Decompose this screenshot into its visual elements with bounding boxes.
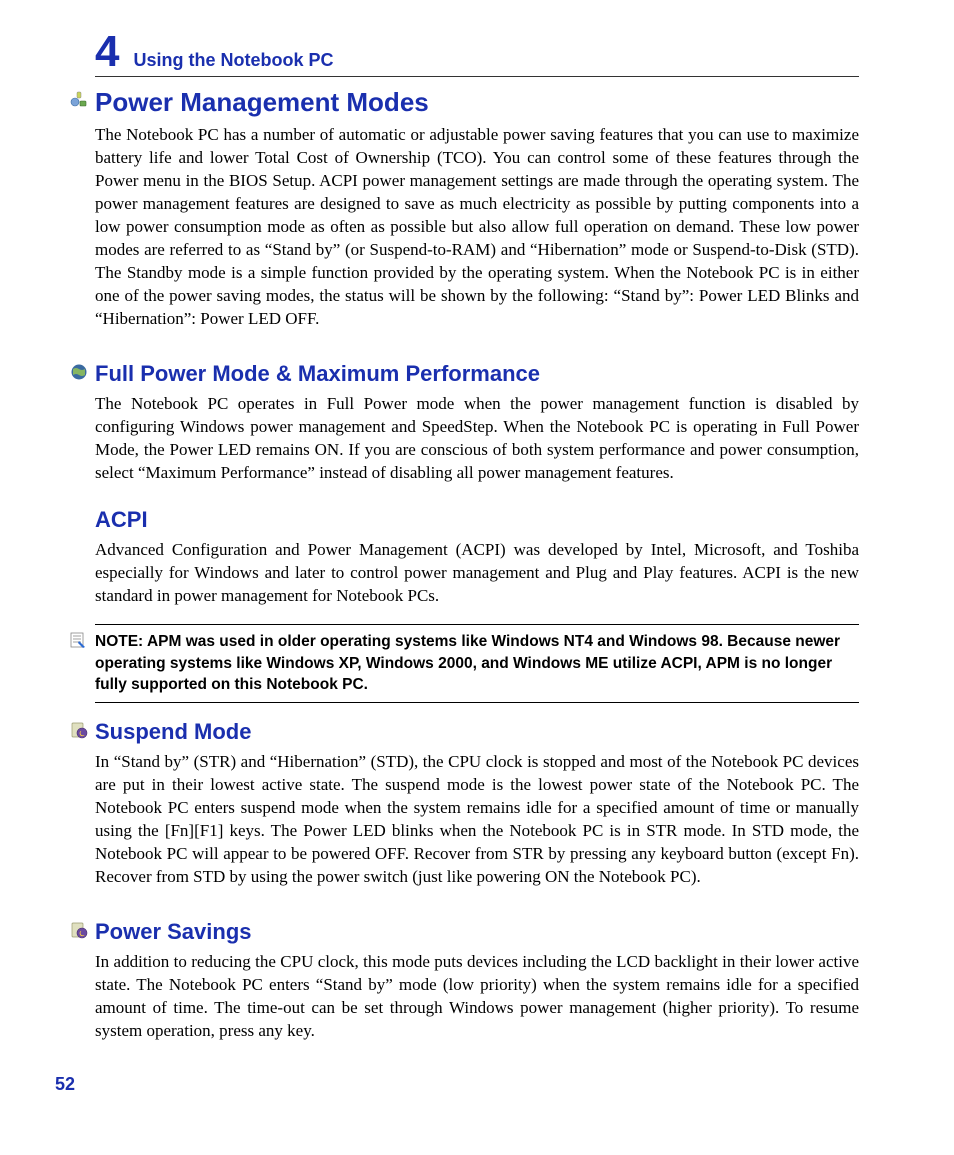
- section-power-management-modes: Power Management Modes The Notebook PC h…: [95, 87, 859, 331]
- power-options-icon: [70, 91, 88, 109]
- heading-power-savings: Power Savings: [95, 919, 859, 945]
- heading-suspend-mode: Suspend Mode: [95, 719, 859, 745]
- file-power-icon: ⏾: [70, 721, 88, 739]
- globe-icon: [70, 363, 88, 381]
- file-power-icon: ⏾: [70, 921, 88, 939]
- section-suspend-mode: ⏾ Suspend Mode In “Stand by” (STR) and “…: [95, 719, 859, 889]
- paragraph: In addition to reducing the CPU clock, t…: [95, 951, 859, 1043]
- heading-acpi: ACPI: [95, 507, 859, 533]
- paragraph: The Notebook PC operates in Full Power m…: [95, 393, 859, 485]
- chapter-header: 4 Using the Notebook PC: [95, 30, 859, 77]
- chapter-title: Using the Notebook PC: [133, 50, 333, 72]
- page-number: 52: [55, 1074, 75, 1095]
- paragraph: The Notebook PC has a number of automati…: [95, 124, 859, 330]
- heading-full-power-mode: Full Power Mode & Maximum Performance: [95, 361, 859, 387]
- chapter-number: 4: [95, 30, 119, 74]
- document-page: 4 Using the Notebook PC Power Management…: [0, 0, 954, 1155]
- note-box: NOTE: APM was used in older operating sy…: [95, 624, 859, 703]
- note-text: NOTE: APM was used in older operating sy…: [95, 631, 859, 696]
- note-icon: [69, 631, 87, 649]
- section-acpi: ACPI Advanced Configuration and Power Ma…: [95, 507, 859, 608]
- paragraph: Advanced Configuration and Power Managem…: [95, 539, 859, 608]
- svg-text:⏾: ⏾: [79, 931, 85, 938]
- heading-power-management-modes: Power Management Modes: [95, 87, 859, 118]
- paragraph: In “Stand by” (STR) and “Hibernation” (S…: [95, 751, 859, 889]
- section-full-power-mode: Full Power Mode & Maximum Performance Th…: [95, 361, 859, 485]
- section-power-savings: ⏾ Power Savings In addition to reducing …: [95, 919, 859, 1043]
- svg-text:⏾: ⏾: [79, 731, 85, 738]
